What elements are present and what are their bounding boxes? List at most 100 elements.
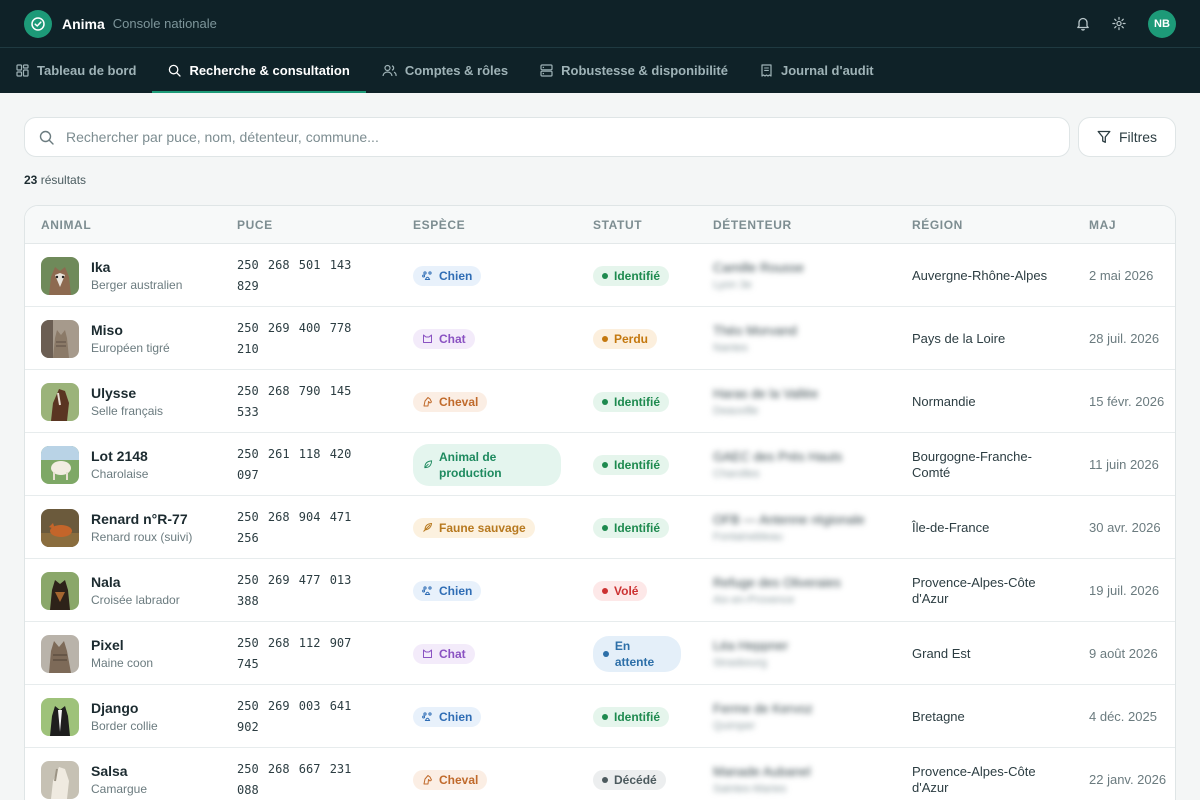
tab-tableau-de-bord[interactable]: Tableau de bord — [16, 48, 152, 93]
column-header-puce[interactable]: PUCE — [237, 206, 273, 244]
puce-number: 250 269 400 778 210 — [237, 320, 352, 356]
detenteur-redacted: GAEC des Prés Hauts Charolles — [713, 449, 843, 480]
maj-cell: 4 déc. 2025 — [1089, 708, 1157, 724]
region-cell: Île-de-France — [912, 519, 990, 535]
gear-icon[interactable] — [1112, 16, 1126, 31]
animal-breed: Selle français — [91, 404, 164, 418]
column-header-region[interactable]: RÉGION — [912, 206, 963, 244]
animal-cell: Ulysse Selle français — [41, 370, 163, 433]
table-row[interactable]: Django Border collie 250 269 003 641 902 … — [25, 685, 1175, 748]
column-header-espece[interactable]: ESPÈCE — [413, 206, 465, 244]
espece-cell: Chien — [413, 685, 482, 748]
column-header-maj[interactable]: MAJ — [1089, 206, 1116, 244]
animal-photo — [41, 382, 79, 421]
top-actions: NB — [1076, 9, 1176, 38]
status-badge: Identifié — [593, 517, 670, 538]
puce-number: 250 268 904 471 256 — [237, 509, 352, 545]
maj-cell: 11 juin 2026 — [1089, 456, 1159, 472]
filters-label: Filtres — [1118, 129, 1158, 145]
status-badge: Identifié — [593, 706, 670, 727]
puce-cell: 250 268 790 145 533 — [237, 370, 387, 433]
statut-cell: Identifié — [593, 685, 670, 748]
detenteur-redacted: OFB — Antenne régionale Fontainebleau — [713, 512, 865, 543]
horse-icon — [423, 775, 432, 785]
animal-name: Renard n°R-77 — [91, 511, 188, 527]
table-row[interactable]: Lot 2148 Charolaise 250 261 118 420 097 A… — [25, 433, 1175, 496]
puce-cell: 250 269 400 778 210 — [237, 307, 387, 370]
detenteur-cell: Manade Aubanel Saintes-Maries — [713, 748, 811, 800]
column-header-animal[interactable]: ANIMAL — [41, 206, 91, 244]
bell-icon[interactable] — [1076, 17, 1090, 31]
cat-icon — [423, 649, 432, 658]
tab-recherche-consultation[interactable]: Recherche & consultation — [152, 48, 367, 93]
filter-icon — [1097, 130, 1111, 143]
statut-cell: Décédé — [593, 748, 666, 800]
column-header-statut[interactable]: STATUT — [593, 206, 642, 244]
status-badge: Décédé — [593, 769, 666, 790]
detenteur-cell: Refuge des Oliveraies Aix-en-Provence — [713, 559, 841, 622]
statut-cell: Perdu — [593, 307, 658, 370]
horse-icon — [423, 397, 432, 407]
table-row[interactable]: Pixel Maine coon 250 268 112 907 745 Chat… — [25, 622, 1175, 685]
maj-cell: 15 févr. 2026 — [1089, 393, 1165, 409]
app-logo[interactable] — [24, 9, 52, 38]
filters-button[interactable]: Filtres — [1078, 117, 1176, 157]
animal-photo — [41, 571, 79, 610]
tab-robustesse-disponibilite[interactable]: Robustesse & disponibilité — [540, 48, 744, 93]
users-icon — [382, 64, 397, 77]
region-cell: Grand Est — [912, 645, 971, 661]
statut-cell: En attente — [593, 622, 681, 685]
tab-label: Journal d'audit — [780, 63, 874, 78]
feather-icon — [423, 522, 433, 532]
puce-number: 250 269 003 641 902 — [237, 698, 352, 734]
user-avatar[interactable]: NB — [1148, 9, 1176, 38]
tab-comptes-roles[interactable]: Comptes & rôles — [382, 48, 524, 93]
species-badge: Animal de production — [413, 443, 561, 486]
detenteur-redacted: Manade Aubanel Saintes-Maries — [713, 764, 811, 795]
espece-cell: Cheval — [413, 748, 488, 800]
puce-number: 250 261 118 420 097 — [237, 446, 352, 482]
region-cell: Bourgogne-Franche-Comté — [912, 448, 1032, 480]
species-badge: Chat — [413, 643, 475, 664]
statut-cell: Identifié — [593, 433, 670, 496]
column-header-detenteur[interactable]: DÉTENTEUR — [713, 206, 792, 244]
espece-cell: Chat — [413, 622, 475, 685]
puce-cell: 250 268 112 907 745 — [237, 622, 387, 685]
cat-icon — [423, 334, 432, 343]
status-badge: Volé — [593, 580, 648, 601]
detenteur-redacted: Refuge des Oliveraies Aix-en-Provence — [713, 575, 841, 606]
animal-breed: Border collie — [91, 719, 158, 733]
results-count: 23 résultats — [24, 173, 86, 187]
brand-row: Anima Console nationale NB — [0, 0, 1200, 48]
table-row[interactable]: Ulysse Selle français 250 268 790 145 533… — [25, 370, 1175, 433]
tab-label: Tableau de bord — [37, 63, 137, 78]
animal-cell: Nala Croisée labrador — [41, 559, 180, 622]
status-badge: Perdu — [593, 328, 658, 349]
table-row[interactable]: Nala Croisée labrador 250 269 477 013 388… — [25, 559, 1175, 622]
animal-breed: Berger australien — [91, 278, 183, 292]
table-row[interactable]: Ika Berger australien 250 268 501 143 829… — [25, 244, 1175, 307]
detenteur-redacted: Léa Heppner Strasbourg — [713, 638, 789, 669]
table-row[interactable]: Renard n°R-77 Renard roux (suivi) 250 26… — [25, 496, 1175, 559]
animal-breed: Renard roux (suivi) — [91, 530, 193, 544]
animal-photo — [41, 256, 79, 295]
table-row[interactable]: Salsa Camargue 250 268 667 231 088 Cheval… — [25, 748, 1175, 800]
search-input[interactable] — [66, 129, 966, 145]
table-row[interactable]: Miso Européen tigré 250 269 400 778 210 C… — [25, 307, 1175, 370]
maj-cell: 2 mai 2026 — [1089, 267, 1154, 283]
animal-cell: Ika Berger australien — [41, 244, 182, 307]
puce-number: 250 268 790 145 533 — [237, 383, 352, 419]
region-cell: Normandie — [912, 393, 976, 409]
detenteur-redacted: Ferme de Kervoz Quimper — [713, 701, 813, 732]
results-label: résultats — [40, 173, 87, 187]
top-bar: Anima Console nationale NB Tableau de bo… — [0, 0, 1200, 93]
statut-cell: Identifié — [593, 496, 670, 559]
paw-icon — [422, 271, 432, 280]
espece-cell: Faune sauvage — [413, 496, 535, 559]
table-header: ANIMAL PUCE ESPÈCE STATUT DÉTENTEUR RÉGI… — [25, 206, 1175, 244]
tab-journal-audit[interactable]: Journal d'audit — [760, 48, 890, 93]
puce-cell: 250 269 477 013 388 — [237, 559, 387, 622]
main-nav: Tableau de bord Recherche & consultation… — [0, 48, 1200, 93]
animal-name: Salsa — [91, 763, 128, 779]
puce-number: 250 268 501 143 829 — [237, 257, 352, 293]
